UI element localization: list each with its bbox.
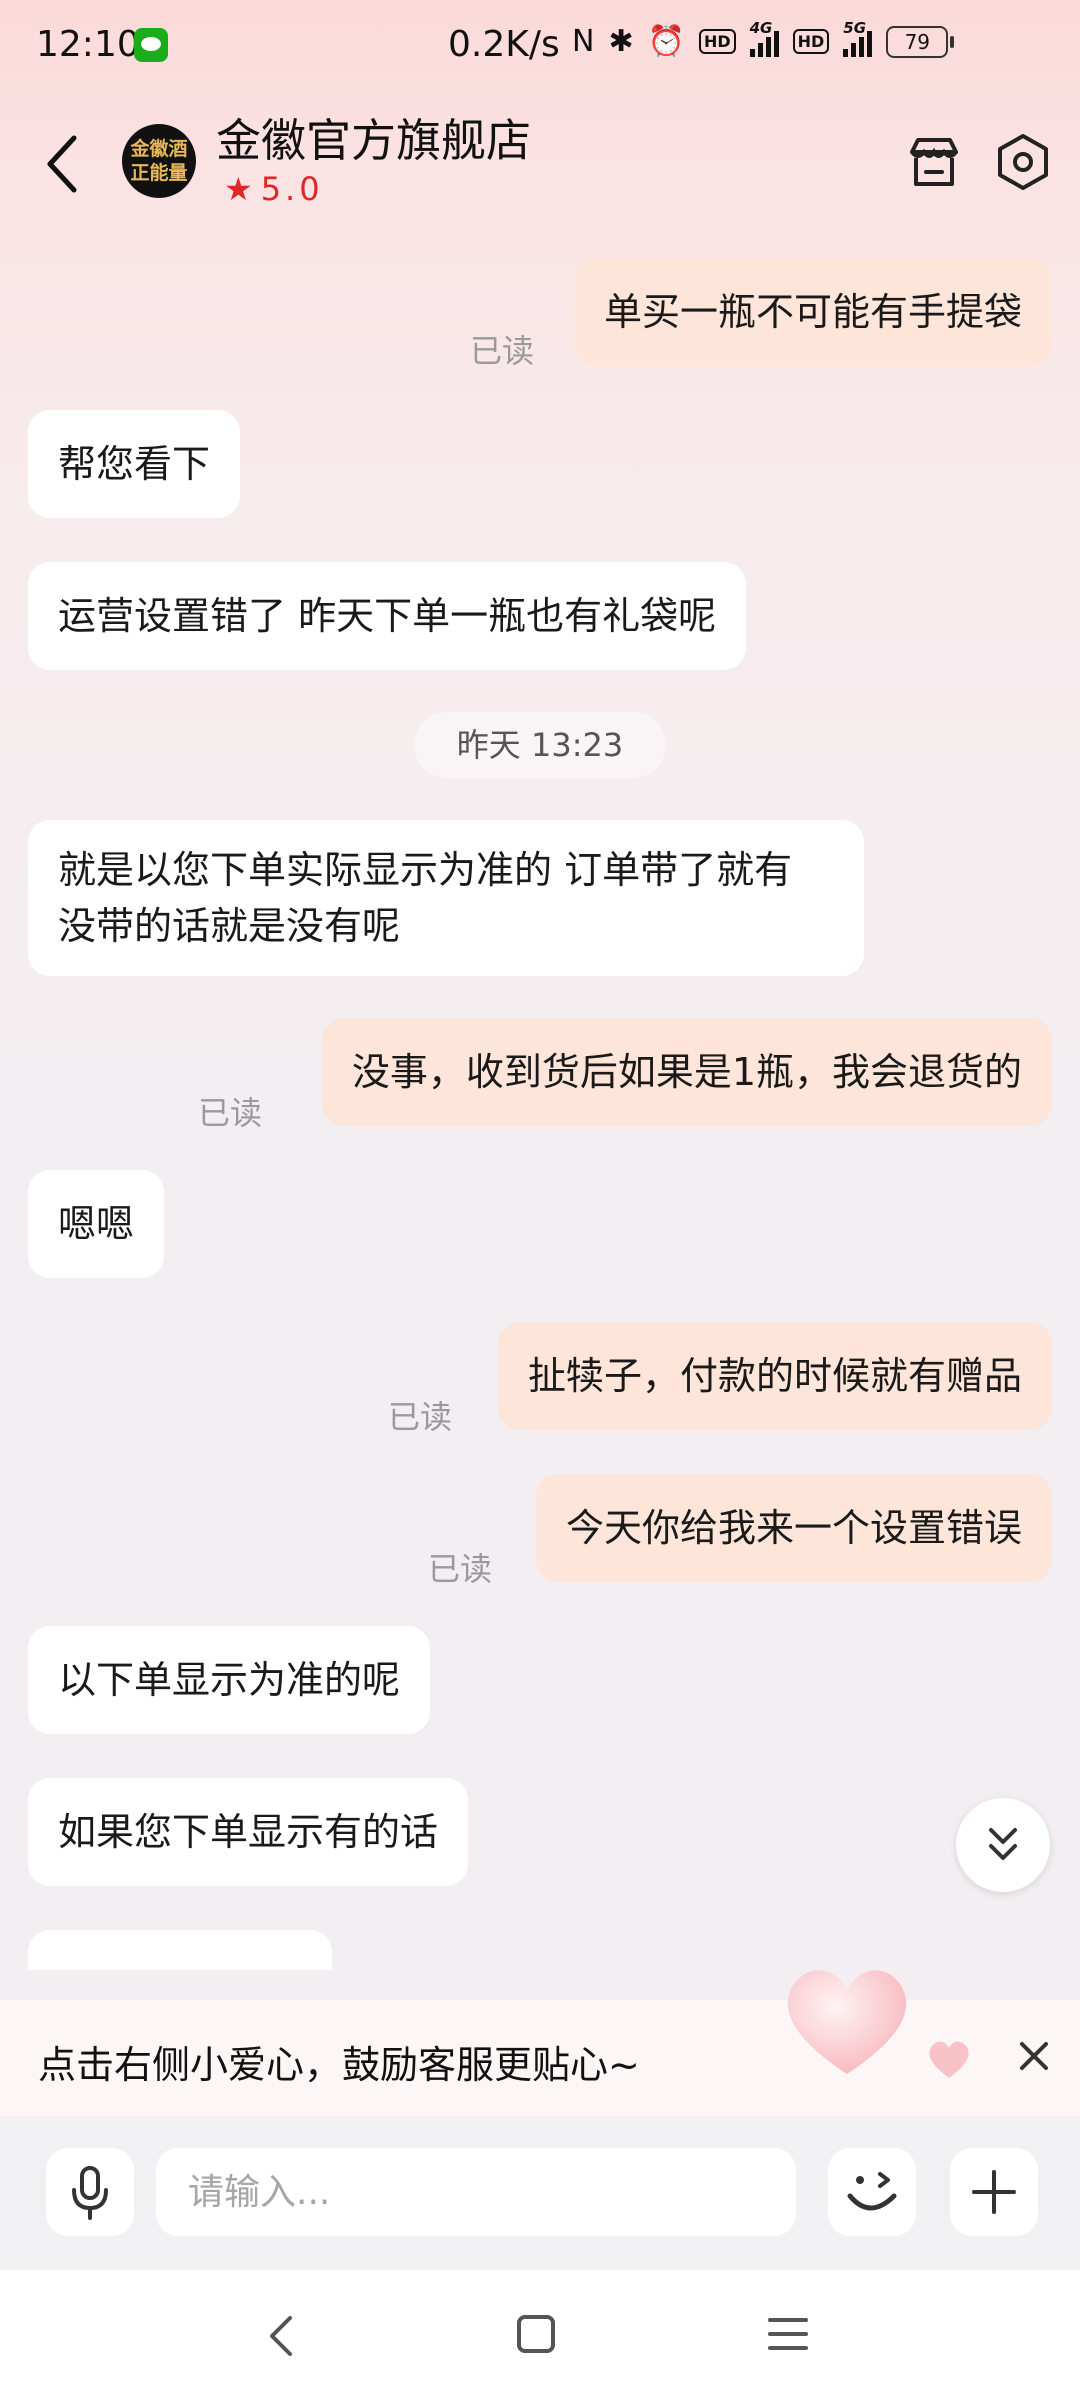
message-bubble-partial [28,1930,332,1970]
message-bubble-incoming[interactable]: 帮您看下 [28,410,241,518]
read-receipt: 已读 [388,1398,453,1436]
shop-avatar[interactable]: 金徽酒 正能量 [122,124,196,198]
nfc-icon: N [572,24,595,59]
message-bubble-outgoing[interactable]: 今天你给我来一个设置错误 [535,1474,1052,1582]
nav-home-icon[interactable] [514,2312,558,2356]
message-bubble-incoming[interactable]: 如果您下单显示有的话 [28,1778,469,1886]
nav-back-icon[interactable] [262,2312,302,2360]
read-receipt: 已读 [198,1094,263,1132]
hd-icon-2: HD [792,29,830,54]
encourage-tip-text: 点击右侧小爱心，鼓励客服更贴心~ [38,2043,640,2087]
scroll-to-bottom-button[interactable] [956,1798,1050,1892]
nav-recents-icon[interactable] [766,2314,810,2354]
status-bar: 12:10 0.2K/s N ✱ ⏰ HD 4G HD 5G 79 [0,0,1080,96]
close-icon [1020,2042,1048,2070]
emoji-wink-icon [847,2172,897,2211]
heart-icon[interactable] [772,1952,922,2082]
battery-icon: 79 [886,25,955,58]
store-icon [910,138,958,186]
status-time: 12:10 [36,24,140,65]
store-button[interactable] [906,134,962,190]
chat-timestamp: 昨天 13:23 [414,712,666,778]
message-input[interactable] [156,2148,796,2236]
settings-button[interactable] [994,132,1052,192]
shop-rating: ★ 5.0 [224,170,324,208]
message-bubble-incoming[interactable]: 以下单显示为准的呢 [28,1626,431,1734]
more-options-button[interactable] [950,2148,1038,2236]
read-receipt: 已读 [428,1550,493,1588]
wechat-notification-icon [134,28,168,62]
bluetooth-icon: ✱ [608,24,634,59]
signal-icon-2: 5G [843,19,873,57]
message-bubble-outgoing[interactable]: 单买一瓶不可能有手提袋 [573,258,1052,366]
plus-icon [972,2170,1016,2214]
signal-icon: 4G [749,19,779,57]
microphone-icon [72,2166,108,2220]
small-heart-icon [929,2041,969,2078]
message-bubble-incoming[interactable]: 运营设置错了 昨天下单一瓶也有礼袋呢 [28,562,747,670]
voice-input-button[interactable] [46,2148,134,2236]
back-button[interactable] [40,132,88,196]
message-bubble-outgoing[interactable]: 扯犊子，付款的时候就有赠品 [497,1322,1052,1430]
double-chevron-down-icon [989,1828,1017,1860]
settings-hexagon-icon [998,134,1048,190]
star-icon: ★ [224,170,253,208]
emoji-button[interactable] [828,2148,916,2236]
message-bubble-incoming[interactable]: 就是以您下单实际显示为准的 订单带了就有 没带的话就是没有呢 [28,820,864,976]
message-bubble-incoming[interactable]: 嗯嗯 [28,1170,165,1278]
read-receipt: 已读 [470,332,535,370]
shop-name[interactable]: 金徽官方旗舰店 [216,104,531,169]
status-icons: N ✱ ⏰ HD 4G HD 5G 79 [572,19,955,59]
message-bubble-outgoing[interactable]: 没事，收到货后如果是1瓶，我会退货的 [321,1018,1052,1126]
rating-value: 5.0 [260,170,324,208]
network-speed: 0.2K/s [448,24,560,65]
alarm-icon: ⏰ [647,24,685,59]
hd-icon: HD [698,29,736,54]
close-tip-button[interactable] [1014,2036,1054,2076]
chevron-left-icon [47,135,77,193]
